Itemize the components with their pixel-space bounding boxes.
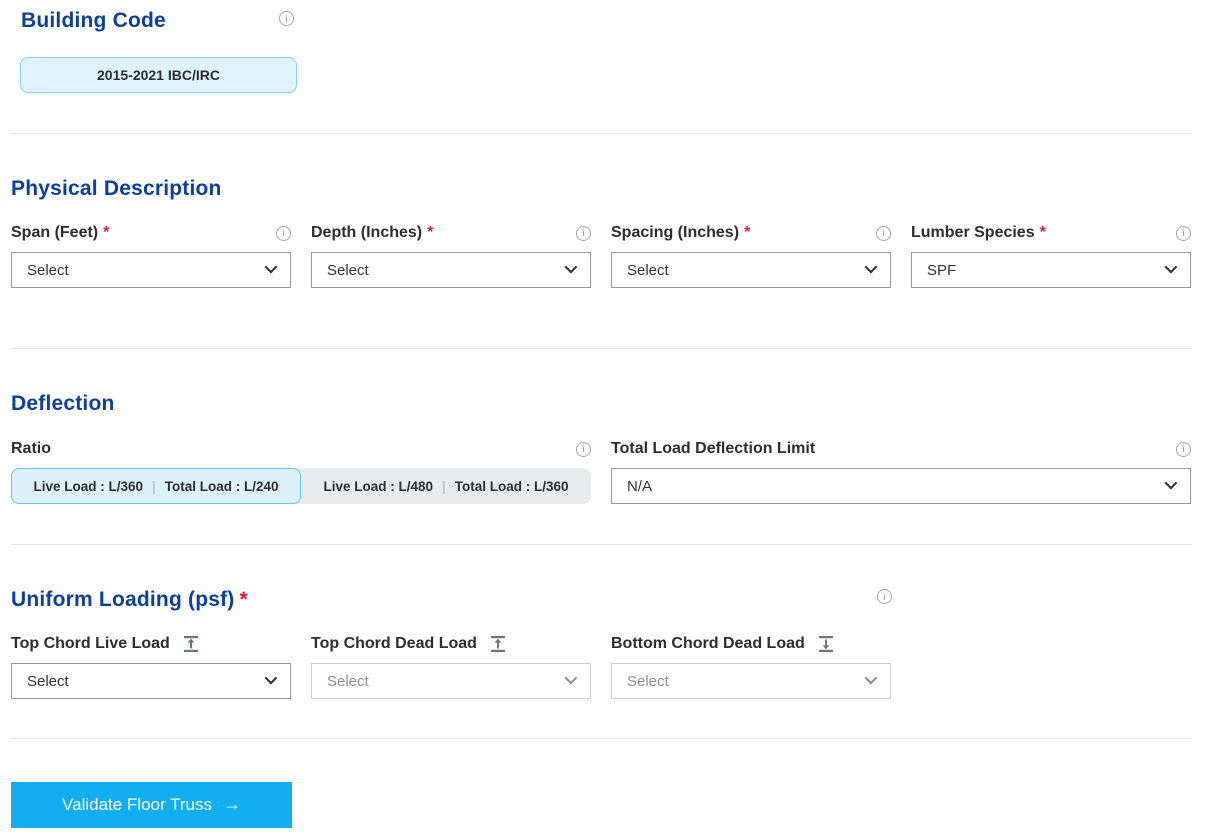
chevron-down-icon [1165, 260, 1178, 273]
physical-description-labels: Span (Feet)* Depth (Inches)* Spacing (In… [11, 224, 1192, 242]
separator: | [433, 478, 455, 494]
info-icon[interactable] [1176, 226, 1191, 241]
ratio-live-load: Live Load : L/480 [324, 479, 434, 494]
arrow-down-between-lines-icon [817, 635, 835, 653]
chevron-down-icon [865, 260, 878, 273]
deflection-labels: Ratio Total Load Deflection Limit [11, 440, 1192, 458]
uniform-loading-header: Uniform Loading (psf)* [11, 588, 1192, 612]
ratio-total-load: Total Load : L/360 [455, 479, 569, 494]
uniform-loading-selects: Select Select Select [11, 663, 1192, 699]
ratio-option-unselected[interactable]: Live Load : L/480 | Total Load : L/360 [301, 468, 591, 504]
spacing-label-row: Spacing (Inches)* [611, 224, 891, 242]
depth-label-row: Depth (Inches)* [311, 224, 591, 242]
info-icon[interactable] [279, 11, 294, 26]
depth-label: Depth (Inches)* [311, 224, 433, 242]
required-marker: * [240, 588, 248, 611]
required-marker: * [1040, 224, 1046, 241]
top-chord-dead-load-label-row: Top Chord Dead Load [311, 635, 591, 653]
deflection-title: Deflection [11, 392, 115, 415]
validate-button-label: Validate Floor Truss [62, 795, 212, 815]
ratio-total-load: Total Load : L/240 [165, 479, 279, 494]
span-label: Span (Feet)* [11, 224, 109, 242]
lumber-species-label-row: Lumber Species* [911, 224, 1191, 242]
top-chord-live-load-value: Select [27, 673, 69, 690]
top-chord-live-load-label: Top Chord Live Load [11, 635, 170, 653]
bottom-chord-dead-load-select[interactable]: Select [611, 663, 891, 699]
building-code-header: Building Code [11, 8, 1192, 34]
info-icon[interactable] [877, 589, 892, 604]
total-load-limit-label: Total Load Deflection Limit [611, 440, 815, 458]
separator: | [143, 478, 165, 494]
spacing-select[interactable]: Select [611, 252, 891, 288]
bottom-chord-dead-load-value: Select [627, 673, 669, 690]
ratio-live-load: Live Load : L/360 [34, 479, 144, 494]
arrow-up-between-lines-icon [182, 635, 200, 653]
bottom-chord-dead-load-label: Bottom Chord Dead Load [611, 635, 805, 653]
info-icon[interactable] [1176, 442, 1191, 457]
top-chord-live-load-select[interactable]: Select [11, 663, 291, 699]
uniform-loading-title: Uniform Loading (psf)* [11, 588, 248, 612]
lumber-species-select-value: SPF [927, 262, 956, 279]
total-load-limit-select[interactable]: N/A [611, 468, 1191, 504]
info-icon[interactable] [576, 442, 591, 457]
chevron-down-icon [565, 260, 578, 273]
building-code-option[interactable]: 2015-2021 IBC/IRC [20, 57, 297, 93]
validate-floor-truss-button[interactable]: Validate Floor Truss → [11, 782, 292, 828]
section-divider [11, 544, 1192, 545]
info-icon[interactable] [276, 226, 291, 241]
spacing-select-value: Select [627, 262, 669, 279]
required-marker: * [427, 224, 433, 241]
ratio-option-selected[interactable]: Live Load : L/360 | Total Load : L/240 [11, 468, 301, 504]
chevron-down-icon [265, 671, 278, 684]
section-divider [11, 738, 1192, 739]
chevron-down-icon [865, 671, 878, 684]
required-marker: * [744, 224, 750, 241]
span-label-row: Span (Feet)* [11, 224, 291, 242]
section-divider [11, 133, 1192, 134]
lumber-species-select[interactable]: SPF [911, 252, 1191, 288]
info-icon[interactable] [576, 226, 591, 241]
chevron-down-icon [265, 260, 278, 273]
span-select-value: Select [27, 262, 69, 279]
span-select[interactable]: Select [11, 252, 291, 288]
top-chord-live-load-label-row: Top Chord Live Load [11, 635, 291, 653]
physical-description-selects: Select Select Select SPF [11, 252, 1192, 288]
arrow-right-icon: → [223, 794, 241, 815]
deflection-controls: Live Load : L/360 | Total Load : L/240 L… [11, 468, 1192, 504]
top-chord-dead-load-label: Top Chord Dead Load [311, 635, 477, 653]
lumber-species-label: Lumber Species* [911, 224, 1046, 242]
depth-select-value: Select [327, 262, 369, 279]
required-marker: * [103, 224, 109, 241]
top-chord-dead-load-value: Select [327, 673, 369, 690]
depth-select[interactable]: Select [311, 252, 591, 288]
ratio-label: Ratio [11, 440, 51, 458]
chevron-down-icon [1165, 476, 1178, 489]
info-icon[interactable] [876, 226, 891, 241]
total-load-limit-value: N/A [627, 478, 652, 495]
total-load-limit-label-row: Total Load Deflection Limit [611, 440, 1191, 458]
chevron-down-icon [565, 671, 578, 684]
physical-description-title: Physical Description [11, 177, 222, 200]
building-code-title: Building Code [21, 9, 166, 33]
uniform-loading-labels: Top Chord Live Load Top Chord Dead Load … [11, 635, 1192, 653]
arrow-up-between-lines-icon [489, 635, 507, 653]
spacing-label: Spacing (Inches)* [611, 224, 750, 242]
section-divider [11, 348, 1192, 349]
bottom-chord-dead-load-label-row: Bottom Chord Dead Load [611, 635, 891, 653]
top-chord-dead-load-select[interactable]: Select [311, 663, 591, 699]
floor-truss-form: Building Code 2015-2021 IBC/IRC Physical… [0, 0, 1205, 840]
building-code-option-label: 2015-2021 IBC/IRC [97, 67, 220, 83]
ratio-label-row: Ratio [11, 440, 591, 458]
ratio-toggle-group: Live Load : L/360 | Total Load : L/240 L… [11, 468, 591, 504]
